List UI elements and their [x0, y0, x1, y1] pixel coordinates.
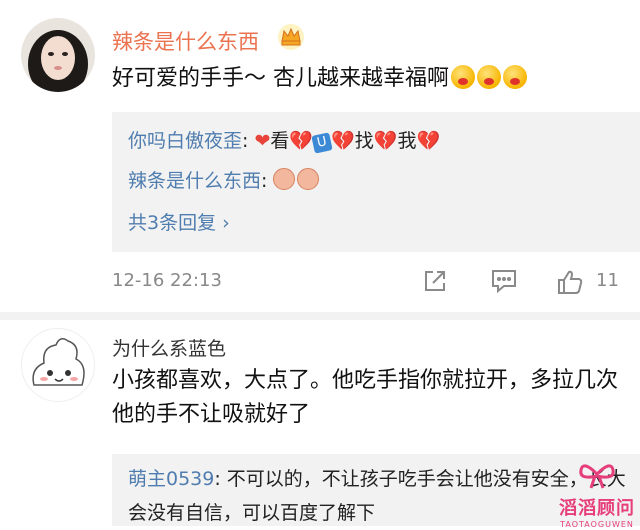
watermark-title: 滔滔顾问: [559, 498, 635, 519]
username[interactable]: 辣条是什么东西: [112, 26, 259, 56]
avatar[interactable]: [21, 18, 95, 92]
comment-icon[interactable]: [490, 268, 518, 298]
more-replies-link[interactable]: 共3条回复 ›: [128, 208, 230, 235]
comment-body: 好可爱的手手～ 杏儿越来越幸福啊: [112, 66, 449, 91]
broken-heart-icon: 💔: [416, 130, 441, 152]
reply-username[interactable]: 你吗白傲夜歪: [128, 130, 242, 152]
comment-text: 好可爱的手手～ 杏儿越来越幸福啊: [112, 62, 527, 96]
comment-item: 辣条是什么东西 好可爱的手手～ 杏儿越来越幸福啊 你吗白傲夜歪: ❤看💔 U 💔找💔…: [0, 0, 640, 312]
reply-separator: :: [261, 170, 274, 192]
blue-emoji-icon: U: [311, 132, 333, 154]
comment-item: 为什么系蓝色 小孩都喜欢，大点了。他吃手指你就拉开，多拉几次他的手不让吸就好了 …: [0, 320, 640, 526]
reply-item: 辣条是什么东西:: [128, 166, 321, 193]
reply-item: 你吗白傲夜歪: ❤看💔 U 💔找💔我💔: [128, 126, 441, 154]
heart-icon: ❤: [254, 130, 271, 152]
kiss-emoji-icon: [477, 65, 501, 89]
like-icon[interactable]: [556, 268, 584, 300]
kiss-emoji-icon: [451, 65, 475, 89]
reply-item: 萌主0539: 不可以的，不让孩子吃手会让他没有安全，长大会没有自信，可以百度了…: [128, 462, 628, 530]
reply-word: 看: [270, 130, 290, 152]
broken-heart-icon: 💔: [373, 130, 398, 152]
reply-username[interactable]: 萌主0539: [128, 468, 214, 490]
timestamp: 12-16 22:13: [112, 270, 222, 291]
broken-heart-icon: 💔: [331, 130, 355, 152]
reply-box[interactable]: 你吗白傲夜歪: ❤看💔 U 💔找💔我💔 辣条是什么东西: 共3条回复 ›: [112, 112, 640, 252]
like-count: 11: [596, 270, 619, 291]
reply-word: 找: [354, 130, 374, 152]
pig-emoji-icon: [273, 168, 296, 190]
reply-username[interactable]: 辣条是什么东西: [128, 170, 261, 192]
watermark-logo: 滔滔顾问 TAOTAOGUWEN: [558, 460, 636, 529]
avatar[interactable]: [21, 328, 95, 402]
watermark-subtitle: TAOTAOGUWEN: [560, 520, 634, 529]
comment-text: 小孩都喜欢，大点了。他吃手指你就拉开，多拉几次他的手不让吸就好了: [112, 368, 619, 427]
share-icon[interactable]: [422, 268, 448, 298]
reply-word: 我: [397, 130, 417, 152]
broken-heart-icon: 💔: [289, 130, 314, 152]
pig-emoji-icon: [297, 168, 320, 190]
kiss-emoji-icon: [503, 65, 527, 89]
divider: [0, 312, 640, 320]
username[interactable]: 为什么系蓝色: [112, 334, 226, 361]
crown-badge-icon: [276, 22, 306, 52]
bow-icon: [579, 464, 615, 489]
reply-separator: :: [242, 130, 255, 152]
